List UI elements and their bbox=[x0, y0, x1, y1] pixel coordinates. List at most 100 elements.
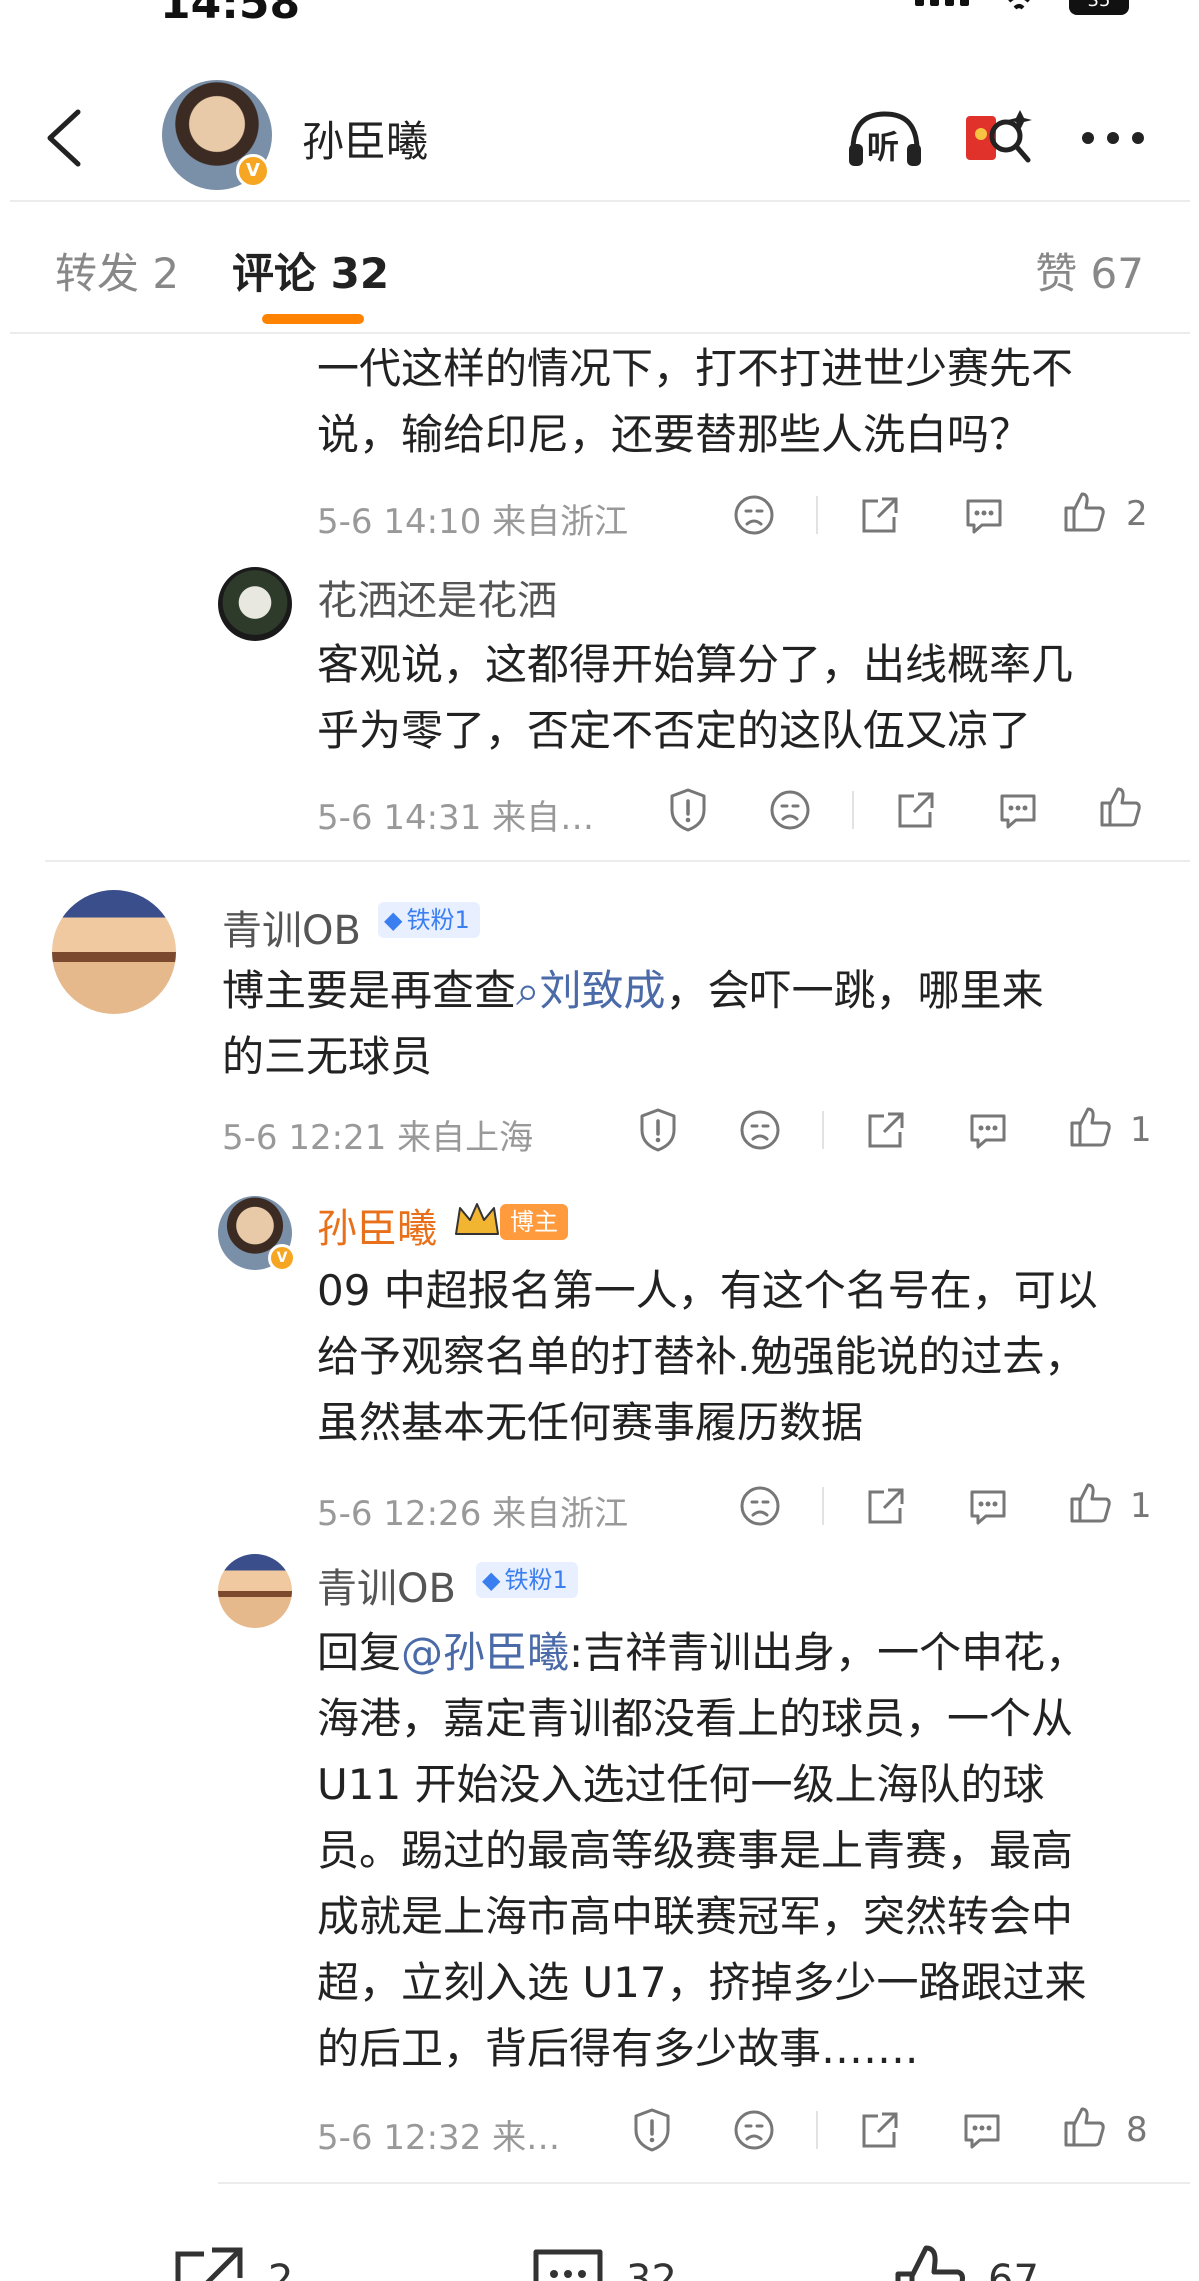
like-count: 1 bbox=[1130, 1486, 1152, 1526]
header: V 孙臣曦 听 bbox=[0, 70, 1199, 200]
share-icon[interactable] bbox=[892, 786, 940, 834]
topic-link-label: 刘致成 bbox=[539, 966, 666, 1015]
thumbs-up-icon bbox=[895, 2245, 965, 2281]
verified-badge-icon: V bbox=[236, 154, 270, 188]
comment-username[interactable]: 青训OB bbox=[222, 898, 361, 956]
comment-text: 回复@孙臣曦:吉祥青训出身，一个申花， bbox=[317, 1620, 1087, 1686]
comment-meta: 5-6 14:10 来自浙江 bbox=[317, 502, 629, 542]
like-icon[interactable] bbox=[1060, 2103, 1108, 2151]
report-icon[interactable] bbox=[664, 786, 712, 834]
divider bbox=[45, 860, 1190, 862]
repost-count: 2 bbox=[268, 2257, 294, 2281]
like-icon[interactable] bbox=[1060, 488, 1108, 536]
separator bbox=[816, 2111, 818, 2149]
like-count: 67 bbox=[988, 2257, 1039, 2281]
page-title[interactable]: 孙臣曦 bbox=[302, 108, 428, 169]
fan-badge-label: 铁粉1 bbox=[406, 906, 470, 934]
reply-icon[interactable] bbox=[964, 1482, 1012, 1530]
comment-text: 客观说，这都得开始算分了，出线概率几 bbox=[317, 640, 1074, 689]
comment-text: 的三无球员 bbox=[222, 1032, 433, 1081]
reply-icon[interactable] bbox=[994, 786, 1042, 834]
comment-text: 09 中超报名第一人，有这个名号在，可以 bbox=[317, 1266, 1098, 1315]
dislike-icon[interactable] bbox=[736, 1482, 784, 1530]
divider bbox=[10, 332, 1190, 334]
report-icon[interactable] bbox=[628, 2106, 676, 2154]
tab-like[interactable]: 赞 67 bbox=[1035, 240, 1144, 301]
comment-text: 超，立刻入选 U17，挤掉多少一路跟过来 bbox=[317, 1958, 1087, 2007]
divider bbox=[10, 200, 1190, 202]
reply-icon[interactable] bbox=[960, 491, 1008, 539]
dislike-icon[interactable] bbox=[766, 786, 814, 834]
comment-text: U11 开始没入选过任何一级上海队的球 bbox=[317, 1760, 1045, 1809]
dislike-icon[interactable] bbox=[736, 1106, 784, 1154]
status-time: 14:58 bbox=[160, 0, 301, 29]
comment-username[interactable]: 青训OB bbox=[317, 1556, 456, 1614]
divider bbox=[218, 2182, 1190, 2184]
separator bbox=[822, 1487, 824, 1525]
comment-icon bbox=[533, 2249, 603, 2281]
diamond-icon: ◆ bbox=[482, 1566, 501, 1594]
like-icon[interactable] bbox=[1096, 783, 1144, 831]
tab-indicator bbox=[262, 314, 364, 324]
reply-icon[interactable] bbox=[958, 2106, 1006, 2154]
fan-badge: ◆ 铁粉1 bbox=[476, 1562, 578, 1598]
share-icon[interactable] bbox=[856, 2106, 904, 2154]
crown-icon bbox=[455, 1203, 499, 1235]
tab-repost[interactable]: 转发 2 bbox=[55, 240, 179, 301]
share-icon[interactable] bbox=[856, 491, 904, 539]
reply-icon[interactable] bbox=[964, 1106, 1012, 1154]
separator bbox=[852, 791, 854, 829]
comment-text-part: 回复 bbox=[317, 1628, 402, 1677]
back-icon[interactable] bbox=[40, 108, 86, 168]
avatar[interactable] bbox=[52, 890, 176, 1014]
like-icon[interactable] bbox=[1066, 1103, 1114, 1151]
comment-meta: 5-6 12:26 来自浙江 bbox=[317, 1494, 629, 1534]
share-icon[interactable] bbox=[862, 1106, 910, 1154]
comment-username[interactable]: 花洒还是花洒 bbox=[317, 568, 557, 626]
search-icon: ⌕ bbox=[516, 966, 540, 1015]
like-count: 2 bbox=[1126, 494, 1148, 534]
more-icon[interactable] bbox=[1080, 128, 1146, 148]
dislike-icon[interactable] bbox=[730, 2106, 778, 2154]
status-icons: 35 bbox=[915, 0, 1129, 16]
comment-meta: 5-6 14:31 来自… bbox=[317, 798, 595, 838]
tab-comment[interactable]: 评论 32 bbox=[232, 240, 389, 301]
comment-text-part: 博主要是再查查 bbox=[222, 966, 517, 1015]
comment-text: 的后卫，背后得有多少故事……. bbox=[317, 2024, 919, 2073]
like-icon[interactable] bbox=[1066, 1479, 1114, 1527]
bottom-repost-button[interactable]: 2 bbox=[170, 2240, 293, 2281]
comment-text: 成就是上海市高中联赛冠军，突然转会中 bbox=[317, 1892, 1074, 1941]
red-packet-icon[interactable] bbox=[962, 102, 1034, 174]
wifi-icon bbox=[1008, 0, 1030, 10]
comment-text: 说，输给印尼，还要替那些人洗白吗？ bbox=[317, 410, 1032, 459]
like-count: 1 bbox=[1130, 1110, 1152, 1150]
bottom-like-button[interactable]: 67 bbox=[890, 2240, 1039, 2281]
comment-username[interactable]: 孙臣曦 bbox=[317, 1196, 437, 1254]
separator bbox=[816, 496, 818, 534]
fan-badge-label: 铁粉1 bbox=[504, 1566, 568, 1594]
avatar[interactable] bbox=[218, 1554, 292, 1628]
comment-text: 海港，嘉定青训都没看上的球员，一个从 bbox=[317, 1694, 1074, 1743]
share-icon[interactable] bbox=[862, 1482, 910, 1530]
blogger-badge: 博主 bbox=[500, 1204, 568, 1240]
comment-count: 32 bbox=[626, 2257, 677, 2281]
comment-meta: 5-6 12:32 来… bbox=[317, 2118, 561, 2158]
comment-text: 一代这样的情况下，打不打进世少赛先不 bbox=[317, 344, 1074, 393]
comment-text-part: :吉祥青训出身，一个申花， bbox=[569, 1628, 1088, 1677]
mention-link[interactable]: @孙臣曦 bbox=[401, 1628, 569, 1677]
comment-text: 给予观察名单的打替补.勉强能说的过去， bbox=[317, 1332, 1087, 1381]
report-icon[interactable] bbox=[634, 1106, 682, 1154]
like-count: 8 bbox=[1126, 2110, 1148, 2150]
diamond-icon: ◆ bbox=[384, 906, 403, 934]
listen-button[interactable]: 听 bbox=[845, 106, 925, 170]
comment-text: 博主要是再查查⌕刘致成，会吓一跳，哪里来 bbox=[222, 958, 1044, 1024]
separator bbox=[822, 1111, 824, 1149]
signal-icon bbox=[915, 0, 969, 6]
comment-text: 虽然基本无任何赛事履历数据 bbox=[317, 1398, 864, 1447]
dislike-icon[interactable] bbox=[730, 491, 778, 539]
repost-icon bbox=[175, 2247, 243, 2281]
comment-meta: 5-6 12:21 来自上海 bbox=[222, 1118, 534, 1158]
bottom-comment-button[interactable]: 32 bbox=[528, 2240, 677, 2281]
avatar[interactable] bbox=[218, 567, 292, 641]
topic-link[interactable]: ⌕刘致成 bbox=[516, 966, 666, 1015]
